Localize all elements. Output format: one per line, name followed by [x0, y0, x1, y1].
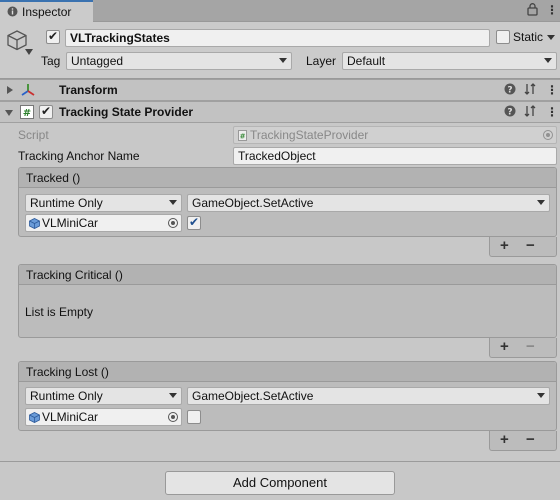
presets-icon[interactable]	[524, 105, 536, 120]
chevron-down-icon	[537, 200, 545, 205]
tab-bar: Inspector ⋮	[0, 0, 560, 22]
check-icon: ✔	[41, 104, 52, 118]
transform-header[interactable]: Transform ? ⋮	[0, 79, 560, 101]
event-title: Tracking Lost ()	[26, 365, 109, 379]
function-value: GameObject.SetActive	[192, 389, 314, 403]
event-header: Tracking Lost ()	[19, 362, 556, 382]
svg-text:?: ?	[507, 86, 512, 96]
component-header[interactable]: # ✔ Tracking State Provider ? ⋮	[0, 101, 560, 123]
tag-value: Untagged	[71, 54, 124, 68]
tracked-event: Tracked () Runtime Only GameObject.SetAc…	[18, 167, 557, 237]
help-icon[interactable]: ?	[504, 83, 516, 98]
target-object-field[interactable]: VLMiniCar	[25, 214, 182, 232]
foldout-down-icon[interactable]	[5, 110, 13, 116]
lost-event: Tracking Lost () Runtime Only GameObject…	[18, 361, 557, 431]
script-label: Script	[18, 128, 49, 142]
runtime-mode-dropdown[interactable]: Runtime Only	[25, 194, 182, 212]
layer-dropdown[interactable]: Default	[342, 52, 557, 70]
divider	[0, 461, 560, 462]
empty-list-text: List is Empty	[25, 305, 94, 319]
remove-listener-button[interactable]: −	[526, 431, 535, 448]
layer-label: Layer	[306, 54, 337, 68]
event-header: Tracked ()	[19, 168, 556, 188]
lost-list-controls: + −	[489, 431, 557, 451]
event-header: Tracking Critical ()	[19, 265, 556, 285]
info-icon	[7, 6, 18, 17]
static-checkbox[interactable]	[496, 30, 510, 44]
tracked-list-controls: + −	[489, 237, 557, 257]
remove-listener-button: −	[526, 338, 535, 355]
add-listener-button[interactable]: +	[500, 338, 509, 355]
lock-icon[interactable]	[527, 3, 538, 19]
critical-event: Tracking Critical () List is Empty	[18, 264, 557, 338]
chevron-down-icon	[169, 200, 177, 205]
runtime-mode-value: Runtime Only	[30, 196, 103, 210]
tag-dropdown[interactable]: Untagged	[66, 52, 292, 70]
runtime-mode-dropdown[interactable]: Runtime Only	[25, 387, 182, 405]
chevron-down-icon	[544, 58, 552, 63]
script-file-icon: #	[238, 130, 247, 141]
object-picker-icon[interactable]	[168, 218, 178, 228]
anchor-name-field[interactable]: TrackedObject	[233, 147, 557, 165]
function-dropdown[interactable]: GameObject.SetActive	[187, 194, 550, 212]
chevron-down-icon	[279, 58, 287, 63]
function-dropdown[interactable]: GameObject.SetActive	[187, 387, 550, 405]
add-listener-button[interactable]: +	[500, 431, 509, 448]
function-value: GameObject.SetActive	[192, 196, 314, 210]
target-object-field[interactable]: VLMiniCar	[25, 408, 182, 426]
object-picker-icon	[543, 130, 553, 140]
svg-text:#: #	[23, 108, 31, 119]
runtime-mode-value: Runtime Only	[30, 389, 103, 403]
add-listener-button[interactable]: +	[500, 237, 509, 254]
svg-text:?: ?	[507, 108, 512, 118]
context-menu-icon[interactable]: ⋮	[546, 105, 558, 119]
layer-value: Default	[347, 54, 386, 68]
tab-inspector[interactable]: Inspector	[0, 0, 93, 22]
transform-title: Transform	[59, 83, 118, 97]
remove-listener-button[interactable]: −	[526, 237, 535, 254]
static-dropdown-arrow[interactable]	[547, 35, 555, 40]
transform-icon	[21, 84, 35, 96]
script-value: TrackingStateProvider	[250, 128, 369, 142]
component-title: Tracking State Provider	[59, 105, 194, 119]
argument-checkbox[interactable]: ✔	[187, 215, 201, 230]
gameobject-header: ✔ VLTrackingStates Static Tag Untagged L…	[0, 22, 560, 79]
cube-icon	[29, 412, 40, 423]
add-component-button[interactable]: Add Component	[165, 471, 395, 495]
target-object-value: VLMiniCar	[42, 216, 99, 230]
check-icon: ✔	[48, 29, 59, 43]
object-picker-icon[interactable]	[168, 412, 178, 422]
chevron-down-icon	[537, 393, 545, 398]
context-menu-icon[interactable]: ⋮	[546, 83, 558, 97]
active-checkbox[interactable]: ✔	[46, 29, 60, 44]
gameobject-cube-icon	[7, 30, 27, 51]
static-label: Static	[513, 30, 544, 44]
tab-label: Inspector	[22, 5, 72, 19]
critical-list-controls: + −	[489, 338, 557, 358]
svg-text:#: #	[240, 133, 246, 141]
help-icon[interactable]: ?	[504, 105, 516, 120]
chevron-down-icon	[169, 393, 177, 398]
check-icon: ✔	[189, 215, 200, 229]
argument-checkbox[interactable]	[187, 410, 201, 424]
tag-label: Tag	[41, 54, 61, 68]
foldout-right-icon[interactable]	[7, 86, 13, 94]
script-field: # TrackingStateProvider	[233, 126, 557, 144]
icon-dropdown-arrow[interactable]	[25, 49, 33, 55]
presets-icon[interactable]	[524, 83, 536, 98]
menu-icon[interactable]: ⋮	[546, 3, 558, 17]
component-enabled-checkbox[interactable]: ✔	[39, 104, 53, 119]
target-object-value: VLMiniCar	[42, 410, 99, 424]
event-title: Tracked ()	[26, 171, 81, 185]
event-title: Tracking Critical ()	[26, 268, 123, 282]
script-icon: #	[20, 105, 34, 119]
anchor-label: Tracking Anchor Name	[18, 149, 140, 163]
cube-icon	[29, 218, 40, 229]
object-name-field[interactable]: VLTrackingStates	[65, 29, 490, 47]
